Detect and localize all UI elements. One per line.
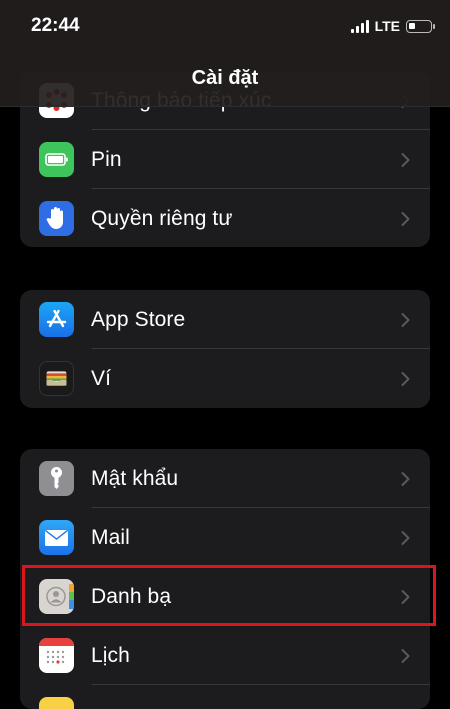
settings-row-label: Mail (91, 525, 130, 549)
wallet-icon (39, 361, 74, 396)
mail-icon (39, 520, 74, 555)
settings-row-passwords[interactable]: Mật khẩu (20, 449, 430, 508)
calendar-icon (39, 638, 74, 673)
chevron-right-icon (401, 471, 410, 486)
settings-row-label: Pin (91, 147, 122, 171)
settings-row-label: App Store (91, 307, 186, 331)
settings-row-mail[interactable]: Mail (20, 508, 430, 567)
chevron-right-icon (401, 152, 410, 167)
settings-row-label: Quyền riêng tư (91, 206, 233, 230)
status-time: 22:44 (31, 15, 80, 36)
battery-status-icon (406, 19, 435, 33)
settings-row-wallet[interactable]: Ví (20, 349, 430, 408)
navigation-header: 22:44 LTE Cài đặt (0, 0, 450, 107)
settings-row-privacy[interactable]: Quyền riêng tư (20, 189, 430, 247)
chevron-right-icon (401, 211, 410, 226)
chevron-right-icon (401, 648, 410, 663)
battery-icon (39, 142, 74, 177)
page-title: Cài đặt (191, 67, 259, 89)
chevron-right-icon (401, 371, 410, 386)
settings-row-app-store[interactable]: App Store (20, 290, 430, 349)
settings-row-label: Mật khẩu (91, 466, 179, 490)
status-indicators: LTE (350, 18, 435, 34)
settings-row-battery[interactable]: Pin (20, 130, 430, 189)
settings-group-2: App Store Ví (20, 290, 430, 408)
chevron-right-icon (401, 312, 410, 327)
settings-row-notes-partial[interactable] (20, 685, 430, 709)
notes-icon (39, 697, 74, 709)
privacy-hand-icon (39, 201, 74, 236)
chevron-right-icon (401, 530, 410, 545)
app-store-icon (39, 302, 74, 337)
settings-row-label: Lịch (91, 643, 130, 667)
network-type: LTE (374, 18, 400, 34)
highlight-box (22, 565, 436, 626)
settings-row-label: Ví (91, 366, 112, 390)
key-icon (39, 461, 74, 496)
settings-row-calendar[interactable]: Lịch (20, 626, 430, 685)
cellular-signal-icon (350, 19, 369, 33)
